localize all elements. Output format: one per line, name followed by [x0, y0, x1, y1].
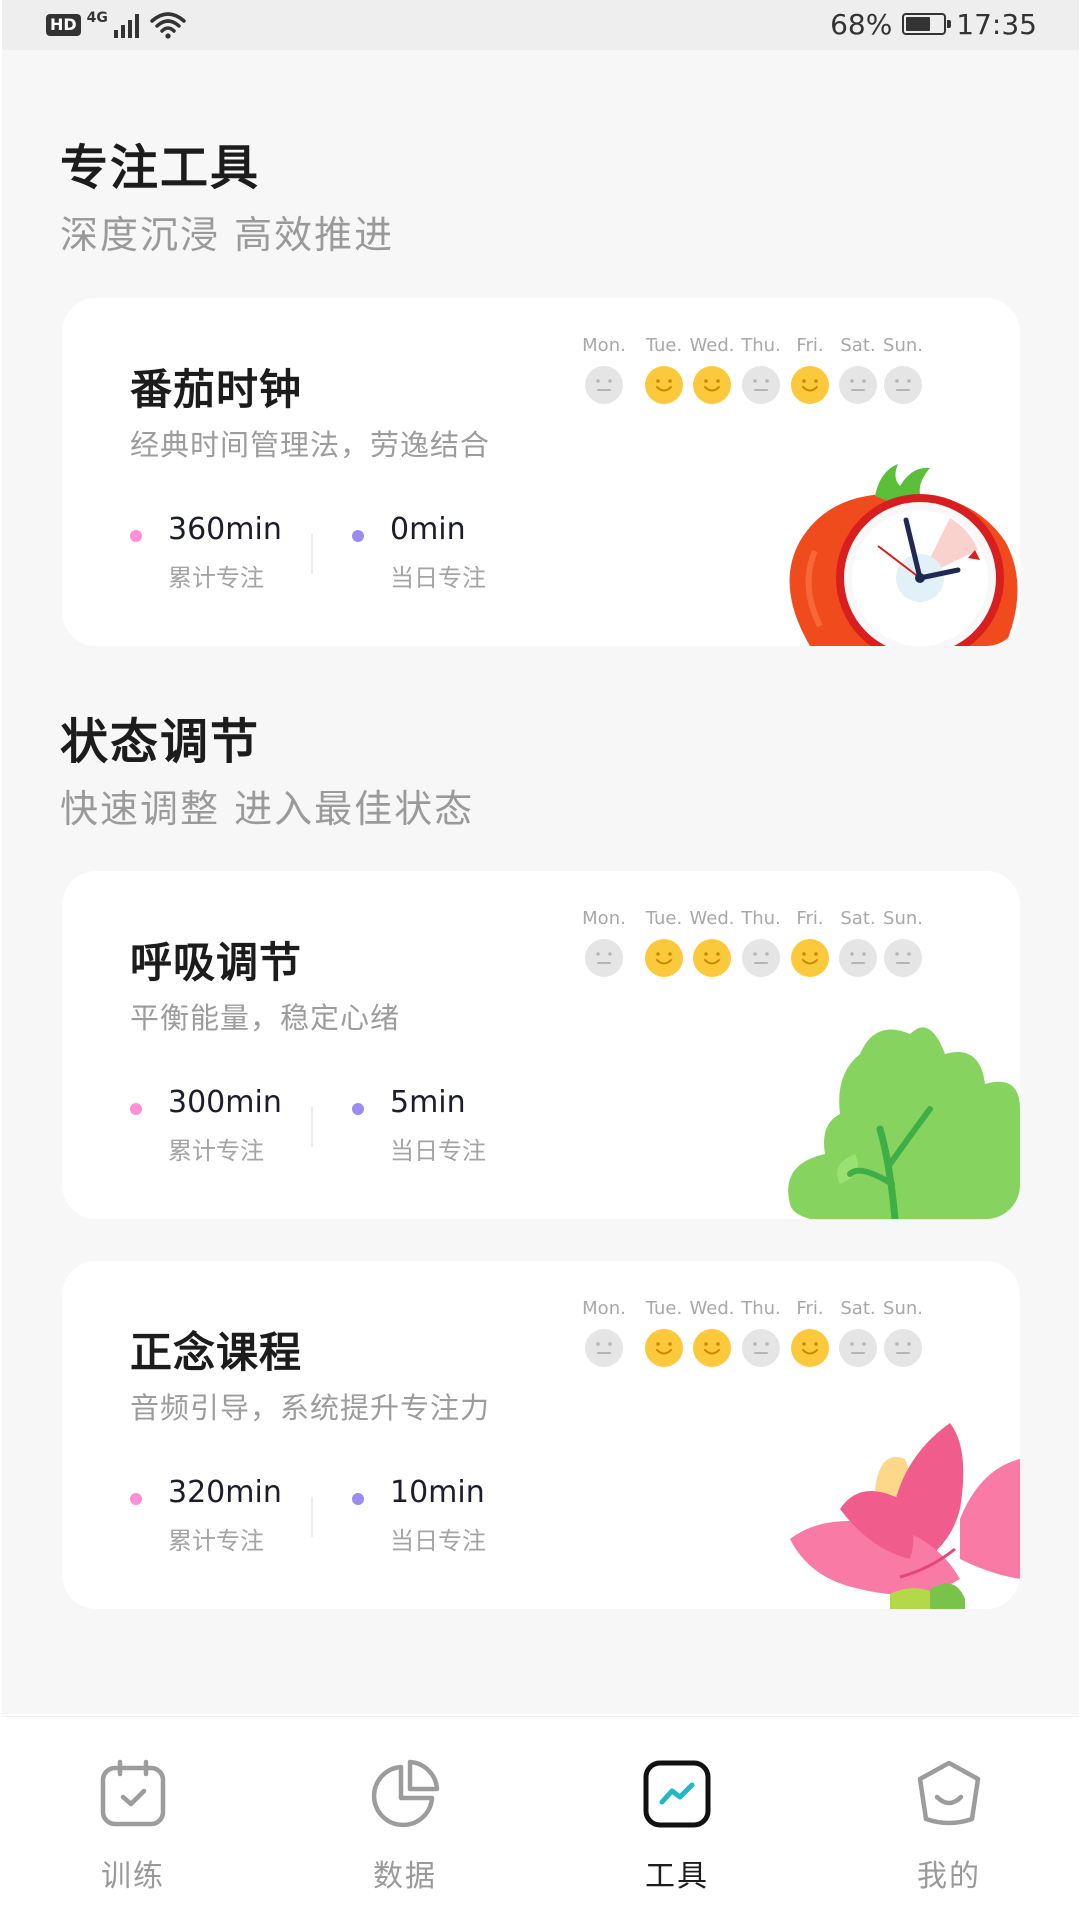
day-label: Sun.: [883, 1298, 923, 1319]
week-tracker: Mon. Tue. Wed. Thu. Fri. Sat. Sun.: [574, 334, 994, 414]
today-dot: [352, 530, 364, 542]
happy-face-icon: [645, 939, 683, 977]
battery-icon: [902, 13, 952, 35]
happy-face-icon: [645, 366, 683, 404]
pink-lotus-icon: [790, 1423, 1020, 1609]
nav-item-mine[interactable]: 我的: [889, 1759, 1009, 1895]
day-label: Sun.: [883, 335, 923, 356]
day-mon: Mon.: [574, 907, 634, 977]
day-mon: Mon.: [574, 1297, 634, 1367]
card-description: 音频引导，系统提升专注力: [130, 1391, 491, 1425]
today-dot: [352, 1493, 364, 1505]
card-description: 平衡能量，稳定心绪: [130, 1001, 401, 1035]
day-sun: Sun.: [873, 334, 933, 404]
day-label: Mon.: [582, 908, 626, 929]
smile-face-icon: [914, 1759, 984, 1829]
neutral-face-icon: [742, 366, 780, 404]
happy-face-icon: [791, 939, 829, 977]
calendar-check-icon: [98, 1759, 168, 1829]
today-dot: [352, 1103, 364, 1115]
stat-divider: [311, 1497, 313, 1537]
stat-total-label: 累计专注: [168, 1137, 264, 1165]
section-subtitle-focus: 深度沉浸 高效推进: [60, 213, 395, 257]
tomato-clock-icon: [789, 464, 1018, 646]
stat-total-value: 300min: [168, 1085, 282, 1120]
status-right: 68% 17:35: [830, 6, 1037, 42]
battery-percent: 68%: [830, 7, 893, 41]
stat-today-value: 0min: [390, 512, 466, 547]
week-tracker: Mon. Tue. Wed. Thu. Fri. Sat. Sun.: [574, 907, 994, 987]
happy-face-icon: [791, 366, 829, 404]
neutral-face-icon: [884, 939, 922, 977]
stat-today-label: 当日专注: [390, 564, 486, 592]
happy-face-icon: [791, 1329, 829, 1367]
signal-icon: [113, 14, 139, 38]
section-title-focus: 专注工具: [60, 140, 261, 196]
wifi-icon: [150, 12, 186, 39]
card-mindfulness[interactable]: 正念课程 音频引导，系统提升专注力 Mon. Tue. Wed. Thu. Fri. Sa…: [62, 1261, 1020, 1609]
nav-item-data[interactable]: 数据: [345, 1759, 465, 1895]
trend-line-icon: [642, 1759, 712, 1829]
stat-today-value: 10min: [390, 1475, 485, 1510]
stat-total-value: 360min: [168, 512, 282, 547]
status-time: 17:35: [956, 7, 1037, 41]
neutral-face-icon: [884, 1329, 922, 1367]
status-bar: HD 4G 68% 17:35: [2, 0, 1079, 50]
neutral-face-icon: [742, 1329, 780, 1367]
day-mon: Mon.: [574, 334, 634, 404]
neutral-face-icon: [839, 1329, 877, 1367]
page: HD 4G 68% 17:35 专注工具 深度沉浸 高效推进 番茄时钟 经典时间…: [0, 0, 1081, 1921]
week-tracker: Mon. Tue. Wed. Thu. Fri. Sat. Sun.: [574, 1297, 994, 1377]
total-dot: [130, 1103, 142, 1115]
happy-face-icon: [693, 939, 731, 977]
day-label: Sun.: [883, 908, 923, 929]
neutral-face-icon: [585, 939, 623, 977]
stat-total-value: 320min: [168, 1475, 282, 1510]
stat-today-label: 当日专注: [390, 1137, 486, 1165]
battery-fill: [906, 17, 931, 31]
nav-item-tools[interactable]: 工具: [617, 1759, 737, 1895]
bottom-nav: 训练 数据 工具 我的: [2, 1716, 1079, 1921]
neutral-face-icon: [839, 366, 877, 404]
day-sun: Sun.: [873, 1297, 933, 1367]
network-type: 4G: [86, 10, 108, 26]
stat-total-label: 累计专注: [168, 1527, 264, 1555]
stat-total-label: 累计专注: [168, 564, 264, 592]
green-leaf-icon: [788, 1027, 1020, 1219]
happy-face-icon: [693, 366, 731, 404]
stat-divider: [311, 1107, 313, 1147]
section-subtitle-state: 快速调整 进入最佳状态: [60, 787, 475, 831]
nav-label: 训练: [101, 1859, 165, 1894]
neutral-face-icon: [742, 939, 780, 977]
total-dot: [130, 530, 142, 542]
status-left: HD 4G: [46, 8, 186, 42]
nav-label: 我的: [917, 1859, 981, 1894]
stat-today-value: 5min: [390, 1085, 466, 1120]
section-title-state: 状态调节: [60, 714, 261, 770]
nav-item-training[interactable]: 训练: [73, 1759, 193, 1895]
happy-face-icon: [645, 1329, 683, 1367]
day-sun: Sun.: [873, 907, 933, 977]
card-pomodoro[interactable]: 番茄时钟 经典时间管理法，劳逸结合 Mon. Tue. Wed. Thu. Fri. Sa…: [62, 298, 1020, 646]
card-title: 正念课程: [130, 1328, 303, 1377]
total-dot: [130, 1493, 142, 1505]
hd-badge: HD: [46, 14, 81, 36]
stat-divider: [311, 534, 313, 574]
day-label: Mon.: [582, 335, 626, 356]
neutral-face-icon: [839, 939, 877, 977]
nav-label: 数据: [373, 1859, 437, 1894]
card-title: 呼吸调节: [130, 938, 303, 987]
neutral-face-icon: [585, 1329, 623, 1367]
pie-chart-icon: [370, 1759, 440, 1829]
card-breathing[interactable]: 呼吸调节 平衡能量，稳定心绪 Mon. Tue. Wed. Thu. Fri. Sat. S…: [62, 871, 1020, 1219]
card-description: 经典时间管理法，劳逸结合: [130, 428, 491, 462]
nav-label: 工具: [645, 1859, 709, 1894]
happy-face-icon: [693, 1329, 731, 1367]
card-title: 番茄时钟: [130, 365, 303, 414]
day-label: Mon.: [582, 1298, 626, 1319]
neutral-face-icon: [884, 366, 922, 404]
neutral-face-icon: [585, 366, 623, 404]
stat-today-label: 当日专注: [390, 1527, 486, 1555]
